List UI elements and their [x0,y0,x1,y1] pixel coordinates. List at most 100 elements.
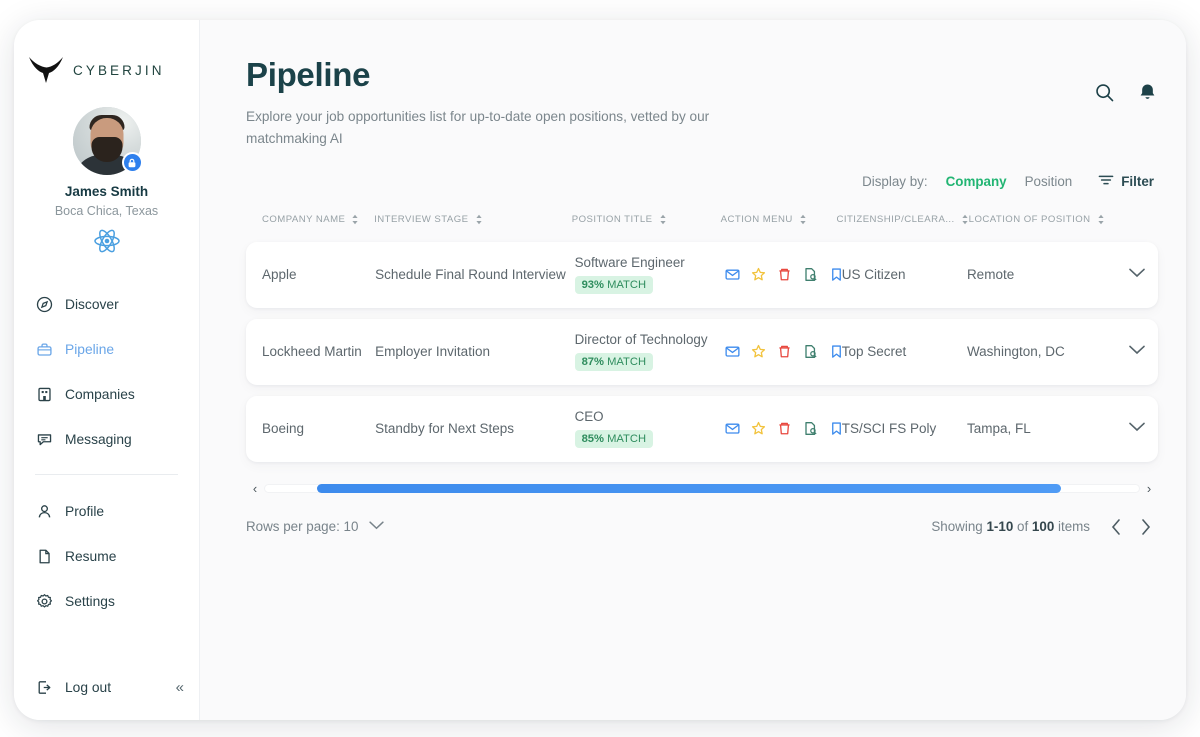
star-icon[interactable] [751,421,766,436]
email-icon[interactable] [725,344,740,359]
chevron-right-icon[interactable] [1140,518,1152,536]
filter-label: Filter [1121,173,1154,189]
sidebar-item-companies[interactable]: Companies [14,372,199,417]
table-header-row: COMPANY NAME INTERVIEW STAGE POSITION TI… [246,209,1158,231]
sidebar-item-profile[interactable]: Profile [14,489,199,534]
cell-action-menu [725,344,842,359]
column-header-location[interactable]: LOCATION OF POSITION [969,214,1116,225]
showing-suffix: items [1058,519,1090,535]
display-controls: Display by: Company Position Filter [246,173,1158,190]
page-title: Pipeline [246,56,371,93]
document-search-icon[interactable] [803,344,818,359]
table-row[interactable]: Boeing Standby for Next Steps CEO 85% MA… [246,395,1158,462]
horizontal-scrollbar[interactable]: ‹ › [246,480,1158,498]
chat-icon [35,431,53,449]
position-title: CEO [574,409,604,425]
row-expand-button[interactable] [1115,266,1158,284]
cell-company: Lockheed Martin [262,344,362,360]
document-search-icon[interactable] [803,421,818,436]
cell-position: Director of Technology 87% MATCH [574,332,725,372]
sidebar-item-label: Resume [65,549,117,564]
display-by-label: Display by: [862,173,928,189]
sidebar-divider [35,474,178,475]
cell-location: Remote [966,267,1015,283]
filter-button[interactable]: Filter [1098,173,1154,190]
column-header-action-menu[interactable]: ACTION MENU [721,214,837,225]
app-screen: CYBERJIN James Smith Boca Chica, Texas D… [0,0,1200,737]
sidebar-item-pipeline[interactable]: Pipeline [14,327,199,372]
gear-icon [35,593,53,611]
profile-block: James Smith Boca Chica, Texas [14,90,199,260]
cell-citizenship: TS/SCI FS Poly [841,421,937,437]
bookmark-icon[interactable] [829,267,842,282]
column-label: LOCATION OF POSITION [968,214,1091,226]
chevron-down-icon [1128,343,1146,361]
avatar[interactable] [72,107,143,175]
table-footer: Rows per page: 10 Showing 1-10 of 100 it… [246,518,1158,536]
sidebar-item-resume[interactable]: Resume [14,534,199,579]
cell-stage: Schedule Final Round Interview [375,267,566,283]
atom-icon [14,227,199,260]
scrollbar-thumb[interactable] [316,484,1062,494]
table-row[interactable]: Apple Schedule Final Round Interview Sof… [246,241,1158,308]
scroll-left-arrow[interactable]: ‹ [246,481,264,496]
column-label: POSITION TITLE [571,214,653,226]
logout-icon [35,679,53,697]
notification-bell-icon[interactable] [1137,82,1158,103]
bookmark-icon[interactable] [829,344,842,359]
email-icon[interactable] [725,421,740,436]
chevron-down-icon [1128,266,1146,284]
cell-action-menu [725,267,842,282]
brand-logo[interactable]: CYBERJIN [14,20,199,90]
bookmark-icon[interactable] [829,421,842,436]
logout-label: Log out [65,680,112,695]
match-badge: 87% MATCH [574,353,654,372]
row-expand-button[interactable] [1115,343,1158,361]
trash-icon[interactable] [777,421,792,436]
chevron-down-icon [368,519,385,534]
rows-per-page-selector[interactable]: Rows per page: 10 [246,519,385,534]
document-search-icon[interactable] [803,267,818,282]
chevron-left-icon[interactable] [1110,518,1122,536]
trash-icon[interactable] [777,267,792,282]
column-header-position-title[interactable]: POSITION TITLE [572,214,721,225]
column-label: COMPANY NAME [262,214,346,226]
sidebar: CYBERJIN James Smith Boca Chica, Texas D… [14,20,200,720]
search-icon[interactable] [1094,82,1115,103]
match-word: MATCH [607,433,647,446]
sidebar-item-messaging[interactable]: Messaging [14,417,199,462]
app-window: CYBERJIN James Smith Boca Chica, Texas D… [14,20,1186,720]
scroll-right-arrow[interactable]: › [1140,481,1158,496]
display-option-position[interactable]: Position [1025,174,1073,189]
sidebar-item-discover[interactable]: Discover [14,282,199,327]
display-option-company[interactable]: Company [946,174,1007,189]
pagination-status: Showing 1-10 of 100 items [931,518,1152,536]
compass-icon [35,296,53,314]
email-icon[interactable] [725,267,740,282]
cell-citizenship: Top Secret [841,344,907,360]
position-title: Software Engineer [574,255,685,271]
sidebar-item-label: Profile [65,504,105,519]
star-icon[interactable] [751,344,766,359]
logout-button[interactable]: Log out « [14,665,200,710]
star-icon[interactable] [751,267,766,282]
cyberjin-bull-logo-icon [27,55,65,85]
match-badge: 85% MATCH [574,430,654,449]
chevrons-left-icon[interactable]: « [176,679,184,696]
column-header-company-name[interactable]: COMPANY NAME [262,214,374,225]
sidebar-nav-primary: Discover Pipeline Companies Messaging Pr… [14,282,199,624]
column-header-citizenship[interactable]: CITIZENSHIP/CLEARA... [836,214,968,225]
scrollbar-track[interactable] [264,484,1140,494]
cell-company: Apple [262,267,297,283]
sidebar-nav-secondary: Profile Resume Settings [14,489,199,624]
cell-citizenship: US Citizen [841,267,906,283]
row-expand-button[interactable] [1115,420,1158,438]
trash-icon[interactable] [777,344,792,359]
column-header-interview-stage[interactable]: INTERVIEW STAGE [374,214,572,225]
column-label: CITIZENSHIP/CLEARA... [836,214,955,226]
sort-icon [961,214,969,225]
sidebar-item-settings[interactable]: Settings [14,579,199,624]
table-row[interactable]: Lockheed Martin Employer Invitation Dire… [246,318,1158,385]
sidebar-item-label: Pipeline [65,342,115,357]
match-percent: 87% [581,356,604,369]
